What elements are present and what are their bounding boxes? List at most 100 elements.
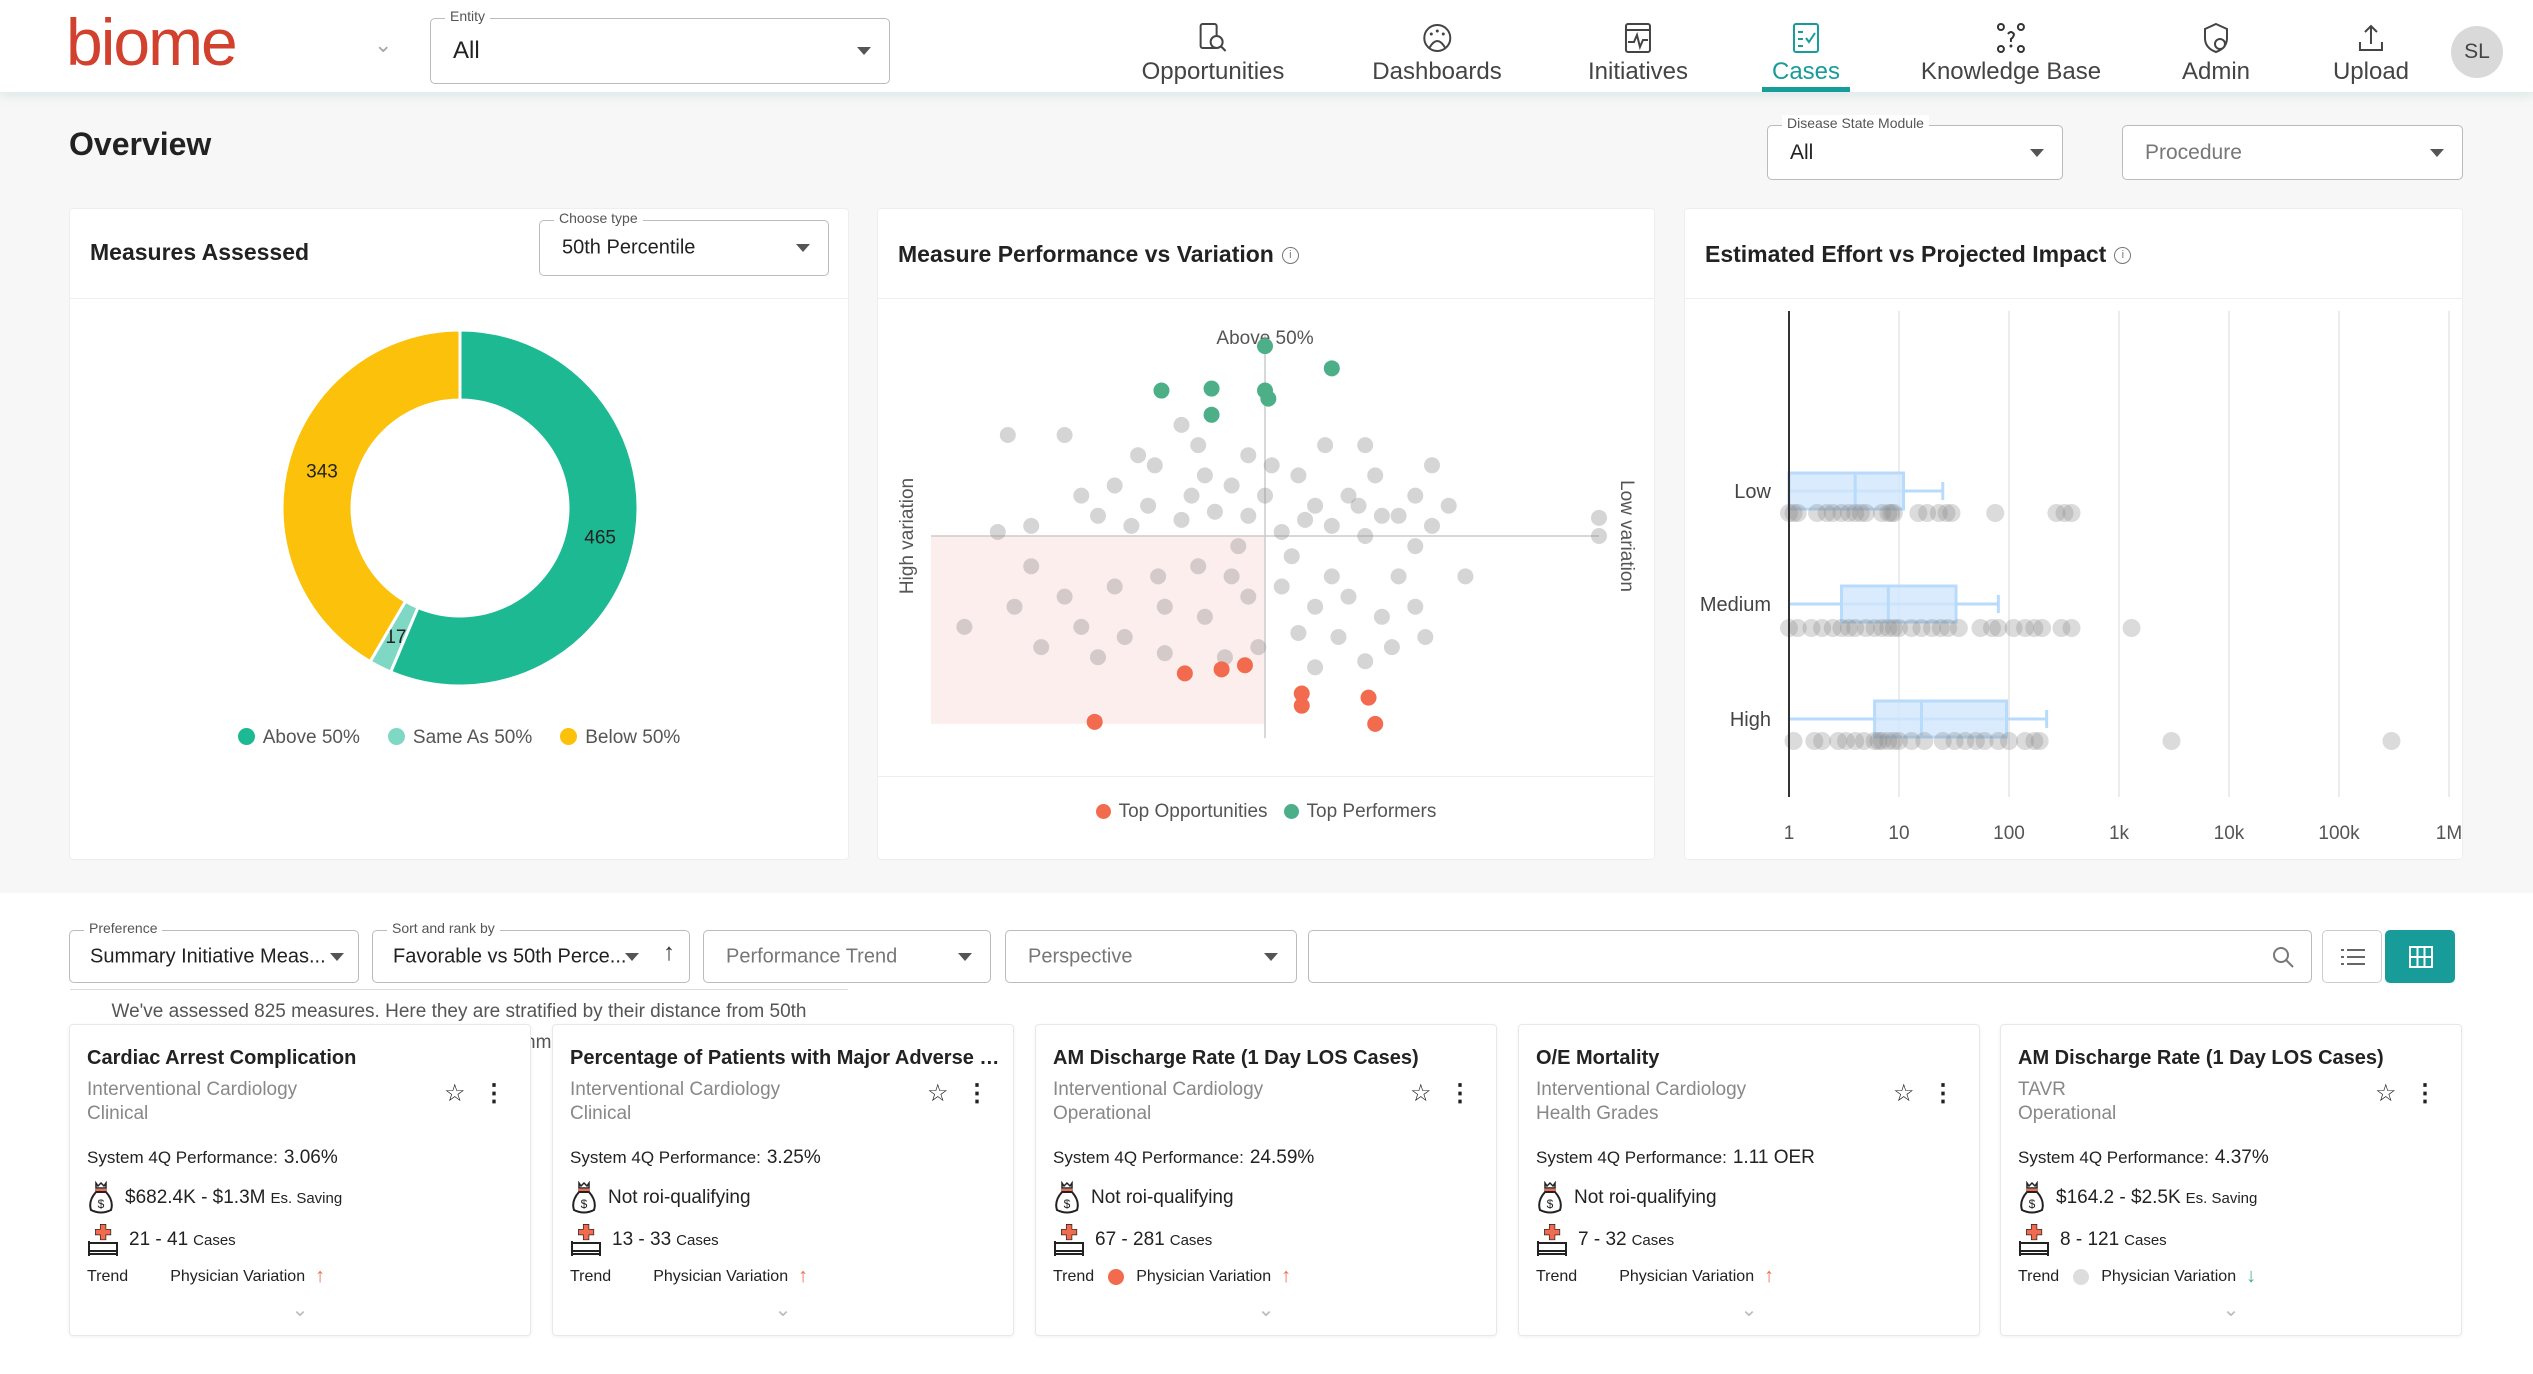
nav-item-initiatives[interactable]: Initiatives: [1588, 0, 1688, 92]
measure-card[interactable]: AM Discharge Rate (1 Day LOS Cases) Inte…: [1035, 1024, 1497, 1336]
expand-chevron-icon[interactable]: ⌄: [775, 1297, 792, 1322]
nav-item-dashboards[interactable]: Dashboards: [1372, 0, 1502, 92]
scatter-point: [1383, 639, 1400, 656]
arrow-up-icon: ↑: [798, 1265, 809, 1287]
procedure-select[interactable]: Procedure: [2122, 125, 2463, 180]
star-icon[interactable]: ☆: [444, 1079, 466, 1108]
chevron-down-icon[interactable]: ⌄: [374, 32, 392, 58]
dashboard-icon: [1422, 24, 1451, 52]
y-category-label: High: [1730, 709, 1771, 731]
admin-shield-icon: [2204, 22, 2228, 54]
scatter-point: [1330, 629, 1347, 645]
trend-line: Trend Physician Variation ↑: [1053, 1265, 1291, 1288]
scatter-point: [1150, 568, 1167, 585]
sort-direction-arrow-icon[interactable]: ↑: [663, 939, 675, 967]
variation-label: Physician Variation: [170, 1267, 306, 1285]
measure-card[interactable]: Percentage of Patients with Major Advers…: [552, 1024, 1014, 1336]
expand-chevron-icon[interactable]: ⌄: [292, 1297, 309, 1322]
initiatives-icon: [1624, 23, 1651, 53]
performance-label: System 4Q Performance:: [87, 1148, 278, 1167]
star-icon[interactable]: ☆: [1410, 1079, 1432, 1108]
scatter-point: [1106, 477, 1123, 494]
performance-label: System 4Q Performance:: [1053, 1148, 1244, 1167]
grid-icon: [2409, 946, 2433, 968]
info-icon[interactable]: i: [2114, 247, 2132, 265]
nav-item-admin[interactable]: Admin: [2182, 0, 2250, 92]
star-icon[interactable]: ☆: [1893, 1079, 1915, 1108]
saving-suffix: Es. Saving: [2185, 1189, 2258, 1207]
scatter-point: [1156, 645, 1173, 662]
performance-trend-select[interactable]: Performance Trend: [703, 930, 991, 983]
trend-indicator-dot: [1108, 1268, 1125, 1285]
entity-select[interactable]: Entity All: [430, 8, 890, 84]
scatter-point: [1090, 649, 1106, 666]
box: [1839, 584, 1958, 624]
measure-card[interactable]: O/E Mortality Interventional Cardiology …: [1518, 1024, 1980, 1336]
impact-point: [2382, 732, 2401, 750]
sort-value: Favorable vs 50th Perce...: [393, 945, 627, 967]
knowledge-base-icon: [1996, 23, 2025, 53]
expand-chevron-icon[interactable]: ⌄: [1258, 1297, 1275, 1322]
svg-text:$: $: [581, 1197, 588, 1211]
nav-item-knowledge-base[interactable]: Knowledge Base: [1921, 0, 2101, 92]
top-performer-point: [1323, 360, 1340, 377]
search-input[interactable]: [1319, 939, 2239, 974]
scatter-point: [1033, 639, 1050, 656]
grid-view-button[interactable]: [2385, 930, 2455, 983]
sort-select[interactable]: Sort and rank by Favorable vs 50th Perce…: [372, 920, 690, 983]
impact-point: [1986, 504, 2005, 522]
more-options-icon[interactable]: ⋮: [1931, 1079, 1955, 1108]
measure-card[interactable]: AM Discharge Rate (1 Day LOS Cases) TAVR…: [2000, 1024, 2462, 1336]
effort-impact-panel: Estimated Effort vs Projected Impact i 1 1…: [1684, 208, 2463, 860]
more-options-icon[interactable]: ⋮: [1448, 1079, 1472, 1108]
legend-item[interactable]: Top Performers: [1283, 801, 1436, 822]
scatter-point: [1407, 487, 1424, 504]
x-tick-label: 1k: [2109, 823, 2130, 844]
scatter-point: [1390, 507, 1407, 524]
info-icon[interactable]: i: [1281, 247, 1299, 265]
money-bag-icon: $: [89, 1181, 113, 1214]
x-tick-label: 1: [1784, 823, 1795, 844]
scatter-point: [1123, 517, 1140, 534]
legend-item[interactable]: Above 50%: [237, 727, 360, 748]
nav-item-cases[interactable]: Cases: [1761, 0, 1851, 92]
biome-logo[interactable]: biome: [66, 4, 238, 80]
disease-state-select[interactable]: Disease State Module All: [1767, 115, 2063, 180]
expand-chevron-icon[interactable]: ⌄: [2223, 1297, 2240, 1322]
more-options-icon[interactable]: ⋮: [2413, 1079, 2437, 1108]
trend-indicator-dot: [142, 1269, 158, 1285]
more-options-icon[interactable]: ⋮: [482, 1079, 506, 1108]
expand-chevron-icon[interactable]: ⌄: [1741, 1297, 1758, 1322]
preference-select[interactable]: Preference Summary Initiative Meas...: [69, 920, 359, 983]
top-header: biome ⌄ Entity All Opportunities Dashboar…: [0, 0, 2533, 92]
legend-item[interactable]: Top Opportunities: [1095, 801, 1268, 822]
nav-item-opportunities[interactable]: Opportunities: [1142, 0, 1284, 92]
arrow-down-icon: ↓: [2246, 1265, 2257, 1287]
measure-card[interactable]: Cardiac Arrest Complication Intervention…: [69, 1024, 531, 1336]
procedure-placeholder: Procedure: [2145, 140, 2242, 164]
trend-indicator-dot: [2073, 1268, 2090, 1285]
star-icon[interactable]: ☆: [2375, 1079, 2397, 1108]
perspective-select[interactable]: Perspective: [1005, 930, 1297, 983]
nav-item-upload[interactable]: Upload: [2333, 0, 2409, 92]
nav-label: Upload: [2332, 58, 2410, 85]
choose-type-select[interactable]: Choose type 50th Percentile: [539, 210, 829, 276]
card-category: Health Grades: [1536, 1103, 1659, 1124]
search-box[interactable]: [1308, 930, 2312, 983]
avatar[interactable]: SL: [2451, 26, 2503, 78]
performance-line: System 4Q Performance: 3.06%: [87, 1147, 338, 1169]
top-opportunity-point: [1086, 713, 1103, 730]
legend-item[interactable]: Same As 50%: [387, 727, 532, 748]
legend-item[interactable]: Below 50%: [560, 727, 680, 748]
star-icon[interactable]: ☆: [927, 1079, 949, 1108]
list-view-button[interactable]: [2322, 930, 2382, 983]
scatter-point: [999, 427, 1016, 443]
scatter-point: [1023, 517, 1040, 534]
nav-label: Knowledge Base: [1920, 58, 2102, 85]
search-icon[interactable]: [2271, 945, 2295, 969]
trend-label: Trend: [1053, 1267, 1095, 1285]
performance-value: 4.37%: [2214, 1147, 2269, 1168]
more-options-icon[interactable]: ⋮: [965, 1079, 989, 1108]
arrow-up-icon: ↑: [1764, 1265, 1775, 1287]
scatter-point: [989, 523, 1006, 540]
